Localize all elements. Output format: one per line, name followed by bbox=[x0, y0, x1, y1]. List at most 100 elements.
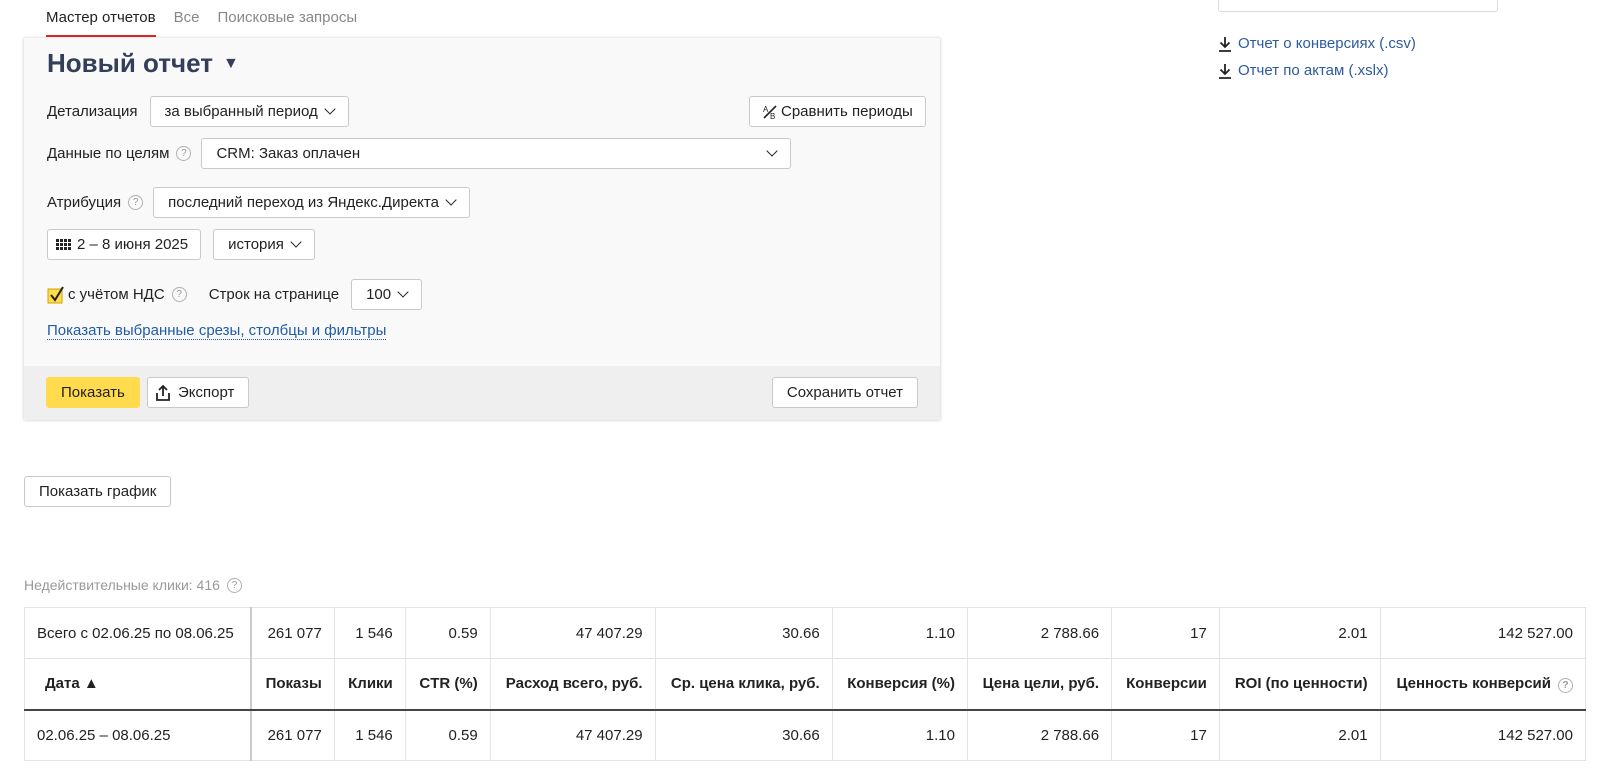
vat-label-text: с учётом НДС bbox=[68, 286, 165, 303]
compare-periods-button[interactable]: AB Сравнить периоды bbox=[749, 96, 926, 127]
total-cell: Всего с 02.06.25 по 08.06.25 bbox=[24, 607, 252, 659]
table-cell: 0.59 bbox=[404, 709, 491, 761]
column-header-date-label: Дата ▲ bbox=[45, 675, 99, 693]
history-select-value: история bbox=[228, 236, 284, 253]
total-cell: 17 bbox=[1111, 607, 1220, 659]
filters-link-row: Показать выбранные срезы, столбцы и филь… bbox=[47, 322, 387, 340]
vat-label: с учётом НДС? bbox=[68, 286, 187, 303]
column-header[interactable]: Клики bbox=[333, 658, 406, 711]
show-filters-link[interactable]: Показать выбранные срезы, столбцы и филь… bbox=[47, 322, 387, 340]
download-acts-label: Отчет по актам (.xslx) bbox=[1238, 62, 1389, 79]
table-cell: 261 077 bbox=[250, 709, 335, 761]
date-range-value: 2 – 8 июня 2025 bbox=[77, 236, 189, 253]
table-cell: 47 407.29 bbox=[489, 709, 656, 761]
history-select[interactable]: история bbox=[213, 229, 315, 260]
chevron-down-icon bbox=[445, 194, 457, 206]
table-row: 02.06.25 – 08.06.25 261 077 1 546 0.59 4… bbox=[24, 709, 1587, 761]
help-icon[interactable]: ? bbox=[226, 577, 242, 593]
column-header-conversion-value[interactable]: Ценность конверсий? bbox=[1379, 658, 1587, 711]
svg-text:A: A bbox=[763, 105, 769, 114]
table-cell: 02.06.25 – 08.06.25 bbox=[24, 709, 252, 761]
attribution-label-text: Атрибуция bbox=[47, 194, 122, 211]
column-header[interactable]: Конверсия (%) bbox=[831, 658, 968, 711]
chevron-down-icon bbox=[290, 236, 302, 248]
tab-all[interactable]: Все bbox=[174, 0, 200, 37]
rows-per-page-select[interactable]: 100 bbox=[351, 279, 423, 310]
help-icon[interactable]: ? bbox=[176, 146, 192, 161]
calendar-icon bbox=[56, 238, 71, 250]
table-cell: 142 527.00 bbox=[1379, 709, 1587, 761]
show-chart-button[interactable]: Показать график bbox=[24, 476, 172, 507]
compare-icon: AB bbox=[763, 105, 777, 120]
checkbox-icon bbox=[47, 285, 64, 303]
total-cell: 2 788.66 bbox=[966, 607, 1113, 659]
detail-select[interactable]: за выбранный период bbox=[149, 96, 349, 127]
table-cell: 30.66 bbox=[654, 709, 833, 761]
chevron-down-icon bbox=[324, 103, 336, 115]
download-icon bbox=[1219, 36, 1231, 52]
total-cell: 1 546 bbox=[333, 607, 406, 659]
export-label: Экспорт bbox=[178, 384, 235, 401]
help-icon[interactable]: ? bbox=[171, 287, 187, 302]
report-footer: Показать Экспорт Сохранить отчет bbox=[24, 366, 940, 420]
invalid-clicks: Недействительные клики: 416 ? bbox=[24, 577, 242, 593]
detail-row: Детализация за выбранный период bbox=[47, 96, 349, 127]
column-header[interactable]: Ср. цена клика, руб. bbox=[654, 658, 833, 711]
download-conversions-link[interactable]: Отчет о конверсиях (.csv) bbox=[1218, 30, 1416, 57]
vat-checkbox[interactable] bbox=[47, 285, 68, 304]
download-icon bbox=[1219, 63, 1231, 79]
goals-label-text: Данные по целям bbox=[47, 145, 170, 162]
detail-label: Детализация bbox=[47, 103, 138, 120]
download-conversions-label: Отчет о конверсиях (.csv) bbox=[1238, 35, 1416, 52]
tab-search-queries[interactable]: Поисковые запросы bbox=[217, 0, 357, 37]
show-button[interactable]: Показать bbox=[46, 377, 140, 408]
table-total-row: Всего с 02.06.25 по 08.06.25 261 077 1 5… bbox=[24, 607, 1587, 659]
goals-label: Данные по целям? bbox=[47, 145, 192, 162]
table-header-row: Дата ▲ Показы Клики CTR (%) Расход всего… bbox=[24, 658, 1587, 711]
caret-down-icon: ▼ bbox=[222, 54, 239, 72]
total-cell: 2.01 bbox=[1218, 607, 1381, 659]
total-cell: 0.59 bbox=[404, 607, 491, 659]
top-right-input[interactable] bbox=[1218, 0, 1498, 12]
detail-select-value: за выбранный период bbox=[164, 103, 318, 120]
svg-text:B: B bbox=[770, 112, 775, 120]
column-header[interactable]: CTR (%) bbox=[404, 658, 491, 711]
total-cell: 30.66 bbox=[654, 607, 833, 659]
report-title[interactable]: Новый отчет ▼ bbox=[47, 48, 239, 79]
goals-select[interactable]: CRM: Заказ оплачен bbox=[201, 138, 792, 169]
tab-report-master[interactable]: Мастер отчетов bbox=[46, 0, 156, 37]
export-button[interactable]: Экспорт bbox=[147, 377, 250, 408]
report-title-text: Новый отчет bbox=[47, 48, 213, 78]
column-header[interactable]: ROI (по ценности) bbox=[1218, 658, 1381, 711]
save-report-button[interactable]: Сохранить отчет bbox=[771, 377, 918, 408]
options-row: с учётом НДС? Строк на странице 100 bbox=[47, 279, 423, 310]
column-header[interactable]: Расход всего, руб. bbox=[489, 658, 656, 711]
goals-row: Данные по целям? CRM: Заказ оплачен bbox=[47, 138, 792, 169]
help-icon[interactable]: ? bbox=[128, 195, 144, 210]
table-cell: 2 788.66 bbox=[966, 709, 1113, 761]
table-cell: 1.10 bbox=[831, 709, 968, 761]
table-cell: 2.01 bbox=[1218, 709, 1381, 761]
total-cell: 47 407.29 bbox=[489, 607, 656, 659]
column-header[interactable]: Цена цели, руб. bbox=[966, 658, 1113, 711]
export-icon bbox=[156, 384, 170, 401]
attribution-row: Атрибуция? последний переход из Яндекс.Д… bbox=[47, 187, 470, 218]
report-panel: Новый отчет ▼ Детализация за выбранный п… bbox=[24, 37, 940, 420]
rows-per-page-value: 100 bbox=[366, 286, 392, 303]
column-header-date[interactable]: Дата ▲ bbox=[24, 658, 252, 711]
total-cell: 142 527.00 bbox=[1379, 607, 1587, 659]
goals-select-value: CRM: Заказ оплачен bbox=[216, 145, 361, 162]
attribution-select[interactable]: последний переход из Яндекс.Директа bbox=[153, 187, 470, 218]
date-row: 2 – 8 июня 2025 история bbox=[47, 229, 315, 260]
date-range-picker[interactable]: 2 – 8 июня 2025 bbox=[47, 229, 202, 260]
downloads-list: Отчет о конверсиях (.csv) Отчет по актам… bbox=[1218, 30, 1416, 84]
attribution-select-value: последний переход из Яндекс.Директа bbox=[168, 194, 439, 211]
total-cell: 1.10 bbox=[831, 607, 968, 659]
help-icon[interactable]: ? bbox=[1558, 677, 1573, 693]
column-header[interactable]: Конверсии bbox=[1111, 658, 1220, 711]
download-acts-link[interactable]: Отчет по актам (.xslx) bbox=[1218, 57, 1416, 84]
table-cell: 1 546 bbox=[333, 709, 406, 761]
column-header-conversion-value-label: Ценность конверсий bbox=[1396, 674, 1552, 692]
rows-per-page-label: Строк на странице bbox=[208, 286, 340, 303]
column-header[interactable]: Показы bbox=[250, 658, 335, 711]
